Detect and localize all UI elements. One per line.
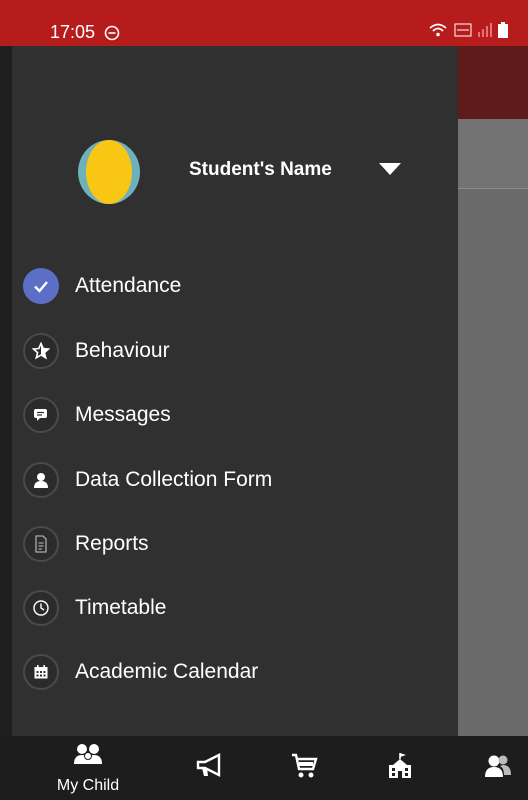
volte-icon (454, 22, 472, 38)
menu-item-label: Academic Calendar (75, 660, 259, 683)
calendar-icon (23, 654, 59, 690)
menu-item-label: Messages (75, 403, 171, 426)
app-background[interactable] (458, 46, 528, 736)
menu-item-label: Data Collection Form (75, 468, 273, 491)
children-icon (71, 742, 105, 773)
avatar-face (86, 140, 132, 204)
divider (458, 188, 528, 189)
menu-item-behaviour[interactable]: Behaviour (12, 325, 458, 377)
menu-item-messages[interactable]: Messages (12, 389, 458, 441)
menu-item-reports[interactable]: Reports (12, 518, 458, 570)
clock-icon (23, 590, 59, 626)
student-name[interactable]: Student's Name (189, 159, 332, 181)
menu-item-label: Attendance (75, 274, 182, 297)
menu-item-data-collection-form[interactable]: Data Collection Form (12, 454, 458, 506)
menu-item-timetable[interactable]: Timetable (12, 582, 458, 634)
do-not-disturb-icon (104, 25, 120, 46)
status-time: 17:05 (50, 22, 96, 42)
navigation-drawer: Student's Name Attendance Behaviour Mess… (12, 46, 458, 736)
student-dropdown-icon[interactable] (379, 163, 401, 175)
nav-school[interactable] (378, 736, 422, 800)
person-icon (23, 462, 59, 498)
megaphone-icon (195, 752, 225, 784)
cart-icon (290, 752, 318, 785)
nav-people[interactable] (476, 736, 520, 800)
app-header (458, 119, 528, 189)
menu-item-label: Timetable (75, 596, 167, 619)
battery-icon (498, 22, 508, 38)
signal-icon (478, 23, 492, 37)
app-toolbar (458, 46, 528, 119)
check-icon (23, 268, 59, 304)
menu-item-label: Behaviour (75, 339, 170, 362)
document-icon (23, 526, 59, 562)
school-icon (385, 751, 415, 786)
nav-shop[interactable] (282, 736, 326, 800)
status-bar: 17:05 (0, 0, 528, 46)
chat-icon (23, 397, 59, 433)
people-icon (483, 753, 513, 784)
menu-item-attendance[interactable]: Attendance (12, 260, 458, 312)
bottom-navigation: My Child (0, 736, 528, 800)
nav-announcements[interactable] (188, 736, 232, 800)
star-icon (23, 333, 59, 369)
nav-my-child[interactable]: My Child (46, 736, 130, 800)
wifi-icon (428, 22, 448, 38)
avatar[interactable] (78, 140, 140, 204)
nav-label: My Child (56, 776, 120, 794)
menu-item-label: Reports (75, 532, 149, 555)
menu-item-academic-calendar[interactable]: Academic Calendar (12, 646, 458, 698)
